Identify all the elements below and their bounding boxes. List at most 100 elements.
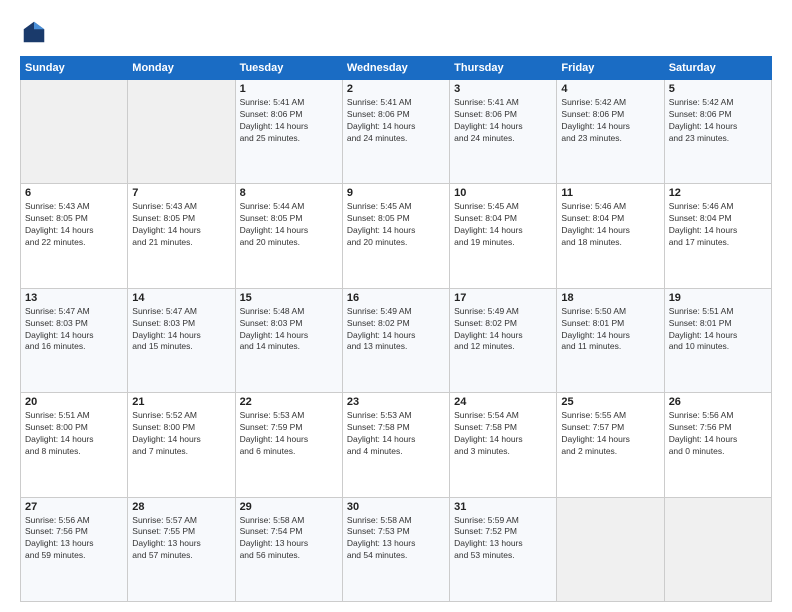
day-cell (557, 497, 664, 601)
day-info: Sunrise: 5:42 AM Sunset: 8:06 PM Dayligh… (561, 97, 659, 145)
day-cell: 11Sunrise: 5:46 AM Sunset: 8:04 PM Dayli… (557, 184, 664, 288)
day-number: 15 (240, 292, 338, 304)
day-info: Sunrise: 5:43 AM Sunset: 8:05 PM Dayligh… (25, 201, 123, 249)
day-number: 29 (240, 501, 338, 513)
page: SundayMondayTuesdayWednesdayThursdayFrid… (0, 0, 792, 612)
day-cell: 20Sunrise: 5:51 AM Sunset: 8:00 PM Dayli… (21, 393, 128, 497)
day-cell: 24 Sunrise: 5:54 AM Sunset: 7:58 PM Dayli… (450, 393, 557, 497)
day-info: Sunrise: 5:53 AM Sunset: 7:58 PM Dayligh… (347, 410, 445, 458)
day-number: 6 (25, 187, 123, 199)
day-cell: 27 Sunrise: 5:56 AM Sunset: 7:56 PM Dayli… (21, 497, 128, 601)
day-cell: 21 Sunrise: 5:52 AM Sunset: 8:00 PM Dayli… (128, 393, 235, 497)
day-info: Sunrise: 5:41 AM Sunset: 8:06 PM Dayligh… (454, 97, 552, 145)
day-cell: 17Sunrise: 5:49 AM Sunset: 8:02 PM Dayli… (450, 288, 557, 392)
day-cell: 23 Sunrise: 5:53 AM Sunset: 7:58 PM Dayli… (342, 393, 449, 497)
day-cell: 2Sunrise: 5:41 AM Sunset: 8:06 PM Daylig… (342, 80, 449, 184)
day-info: Sunrise: 5:48 AM Sunset: 8:03 PM Dayligh… (240, 306, 338, 354)
calendar-header-row: SundayMondayTuesdayWednesdayThursdayFrid… (21, 57, 772, 80)
day-number: 20 (25, 396, 123, 408)
day-number: 8 (240, 187, 338, 199)
week-row-3: 13 Sunrise: 5:47 AM Sunset: 8:03 PM Dayli… (21, 288, 772, 392)
day-cell: 14Sunrise: 5:47 AM Sunset: 8:03 PM Dayli… (128, 288, 235, 392)
day-cell: 1 Sunrise: 5:41 AM Sunset: 8:06 PM Daylig… (235, 80, 342, 184)
day-number: 30 (347, 501, 445, 513)
day-info: Sunrise: 5:59 AM Sunset: 7:52 PM Dayligh… (454, 515, 552, 563)
day-info: Sunrise: 5:44 AM Sunset: 8:05 PM Dayligh… (240, 201, 338, 249)
column-header-tuesday: Tuesday (235, 57, 342, 80)
day-number: 1 (240, 83, 338, 95)
day-info: Sunrise: 5:51 AM Sunset: 8:01 PM Dayligh… (669, 306, 767, 354)
column-header-monday: Monday (128, 57, 235, 80)
day-info: Sunrise: 5:56 AM Sunset: 7:56 PM Dayligh… (669, 410, 767, 458)
header (20, 18, 772, 46)
day-info: Sunrise: 5:45 AM Sunset: 8:05 PM Dayligh… (347, 201, 445, 249)
logo (20, 18, 52, 46)
day-number: 26 (669, 396, 767, 408)
day-number: 12 (669, 187, 767, 199)
day-info: Sunrise: 5:56 AM Sunset: 7:56 PM Dayligh… (25, 515, 123, 563)
day-cell: 22 Sunrise: 5:53 AM Sunset: 7:59 PM Dayli… (235, 393, 342, 497)
day-cell: 25 Sunrise: 5:55 AM Sunset: 7:57 PM Dayli… (557, 393, 664, 497)
day-cell: 19 Sunrise: 5:51 AM Sunset: 8:01 PM Dayli… (664, 288, 771, 392)
day-info: Sunrise: 5:55 AM Sunset: 7:57 PM Dayligh… (561, 410, 659, 458)
day-cell: 5 Sunrise: 5:42 AM Sunset: 8:06 PM Daylig… (664, 80, 771, 184)
day-cell: 31 Sunrise: 5:59 AM Sunset: 7:52 PM Dayli… (450, 497, 557, 601)
day-number: 4 (561, 83, 659, 95)
day-info: Sunrise: 5:45 AM Sunset: 8:04 PM Dayligh… (454, 201, 552, 249)
day-info: Sunrise: 5:42 AM Sunset: 8:06 PM Dayligh… (669, 97, 767, 145)
day-number: 11 (561, 187, 659, 199)
day-number: 19 (669, 292, 767, 304)
day-cell (664, 497, 771, 601)
day-cell: 16 Sunrise: 5:49 AM Sunset: 8:02 PM Dayli… (342, 288, 449, 392)
column-header-saturday: Saturday (664, 57, 771, 80)
day-number: 7 (132, 187, 230, 199)
day-cell: 8 Sunrise: 5:44 AM Sunset: 8:05 PM Daylig… (235, 184, 342, 288)
day-number: 3 (454, 83, 552, 95)
day-number: 16 (347, 292, 445, 304)
column-header-thursday: Thursday (450, 57, 557, 80)
day-number: 21 (132, 396, 230, 408)
day-cell: 13 Sunrise: 5:47 AM Sunset: 8:03 PM Dayli… (21, 288, 128, 392)
day-cell: 28 Sunrise: 5:57 AM Sunset: 7:55 PM Dayli… (128, 497, 235, 601)
day-number: 31 (454, 501, 552, 513)
week-row-2: 6 Sunrise: 5:43 AM Sunset: 8:05 PM Daylig… (21, 184, 772, 288)
calendar-table: SundayMondayTuesdayWednesdayThursdayFrid… (20, 56, 772, 602)
day-info: Sunrise: 5:47 AM Sunset: 8:03 PM Dayligh… (25, 306, 123, 354)
day-cell: 9Sunrise: 5:45 AM Sunset: 8:05 PM Daylig… (342, 184, 449, 288)
day-info: Sunrise: 5:46 AM Sunset: 8:04 PM Dayligh… (669, 201, 767, 249)
day-number: 25 (561, 396, 659, 408)
week-row-1: 1 Sunrise: 5:41 AM Sunset: 8:06 PM Daylig… (21, 80, 772, 184)
column-header-sunday: Sunday (21, 57, 128, 80)
column-header-friday: Friday (557, 57, 664, 80)
week-row-5: 27 Sunrise: 5:56 AM Sunset: 7:56 PM Dayli… (21, 497, 772, 601)
day-number: 28 (132, 501, 230, 513)
day-cell (128, 80, 235, 184)
day-info: Sunrise: 5:43 AM Sunset: 8:05 PM Dayligh… (132, 201, 230, 249)
week-row-4: 20Sunrise: 5:51 AM Sunset: 8:00 PM Dayli… (21, 393, 772, 497)
day-number: 24 (454, 396, 552, 408)
day-number: 23 (347, 396, 445, 408)
day-number: 13 (25, 292, 123, 304)
logo-icon (20, 18, 48, 46)
day-info: Sunrise: 5:49 AM Sunset: 8:02 PM Dayligh… (454, 306, 552, 354)
day-info: Sunrise: 5:52 AM Sunset: 8:00 PM Dayligh… (132, 410, 230, 458)
day-info: Sunrise: 5:41 AM Sunset: 8:06 PM Dayligh… (240, 97, 338, 145)
day-cell: 29Sunrise: 5:58 AM Sunset: 7:54 PM Dayli… (235, 497, 342, 601)
day-cell: 30 Sunrise: 5:58 AM Sunset: 7:53 PM Dayli… (342, 497, 449, 601)
day-cell: 10 Sunrise: 5:45 AM Sunset: 8:04 PM Dayli… (450, 184, 557, 288)
day-number: 5 (669, 83, 767, 95)
day-number: 10 (454, 187, 552, 199)
day-info: Sunrise: 5:57 AM Sunset: 7:55 PM Dayligh… (132, 515, 230, 563)
day-info: Sunrise: 5:53 AM Sunset: 7:59 PM Dayligh… (240, 410, 338, 458)
day-cell: 18Sunrise: 5:50 AM Sunset: 8:01 PM Dayli… (557, 288, 664, 392)
day-info: Sunrise: 5:54 AM Sunset: 7:58 PM Dayligh… (454, 410, 552, 458)
day-cell (21, 80, 128, 184)
day-number: 27 (25, 501, 123, 513)
day-info: Sunrise: 5:41 AM Sunset: 8:06 PM Dayligh… (347, 97, 445, 145)
day-cell: 3 Sunrise: 5:41 AM Sunset: 8:06 PM Daylig… (450, 80, 557, 184)
day-info: Sunrise: 5:58 AM Sunset: 7:53 PM Dayligh… (347, 515, 445, 563)
day-cell: 4 Sunrise: 5:42 AM Sunset: 8:06 PM Daylig… (557, 80, 664, 184)
day-number: 22 (240, 396, 338, 408)
day-number: 18 (561, 292, 659, 304)
day-info: Sunrise: 5:49 AM Sunset: 8:02 PM Dayligh… (347, 306, 445, 354)
